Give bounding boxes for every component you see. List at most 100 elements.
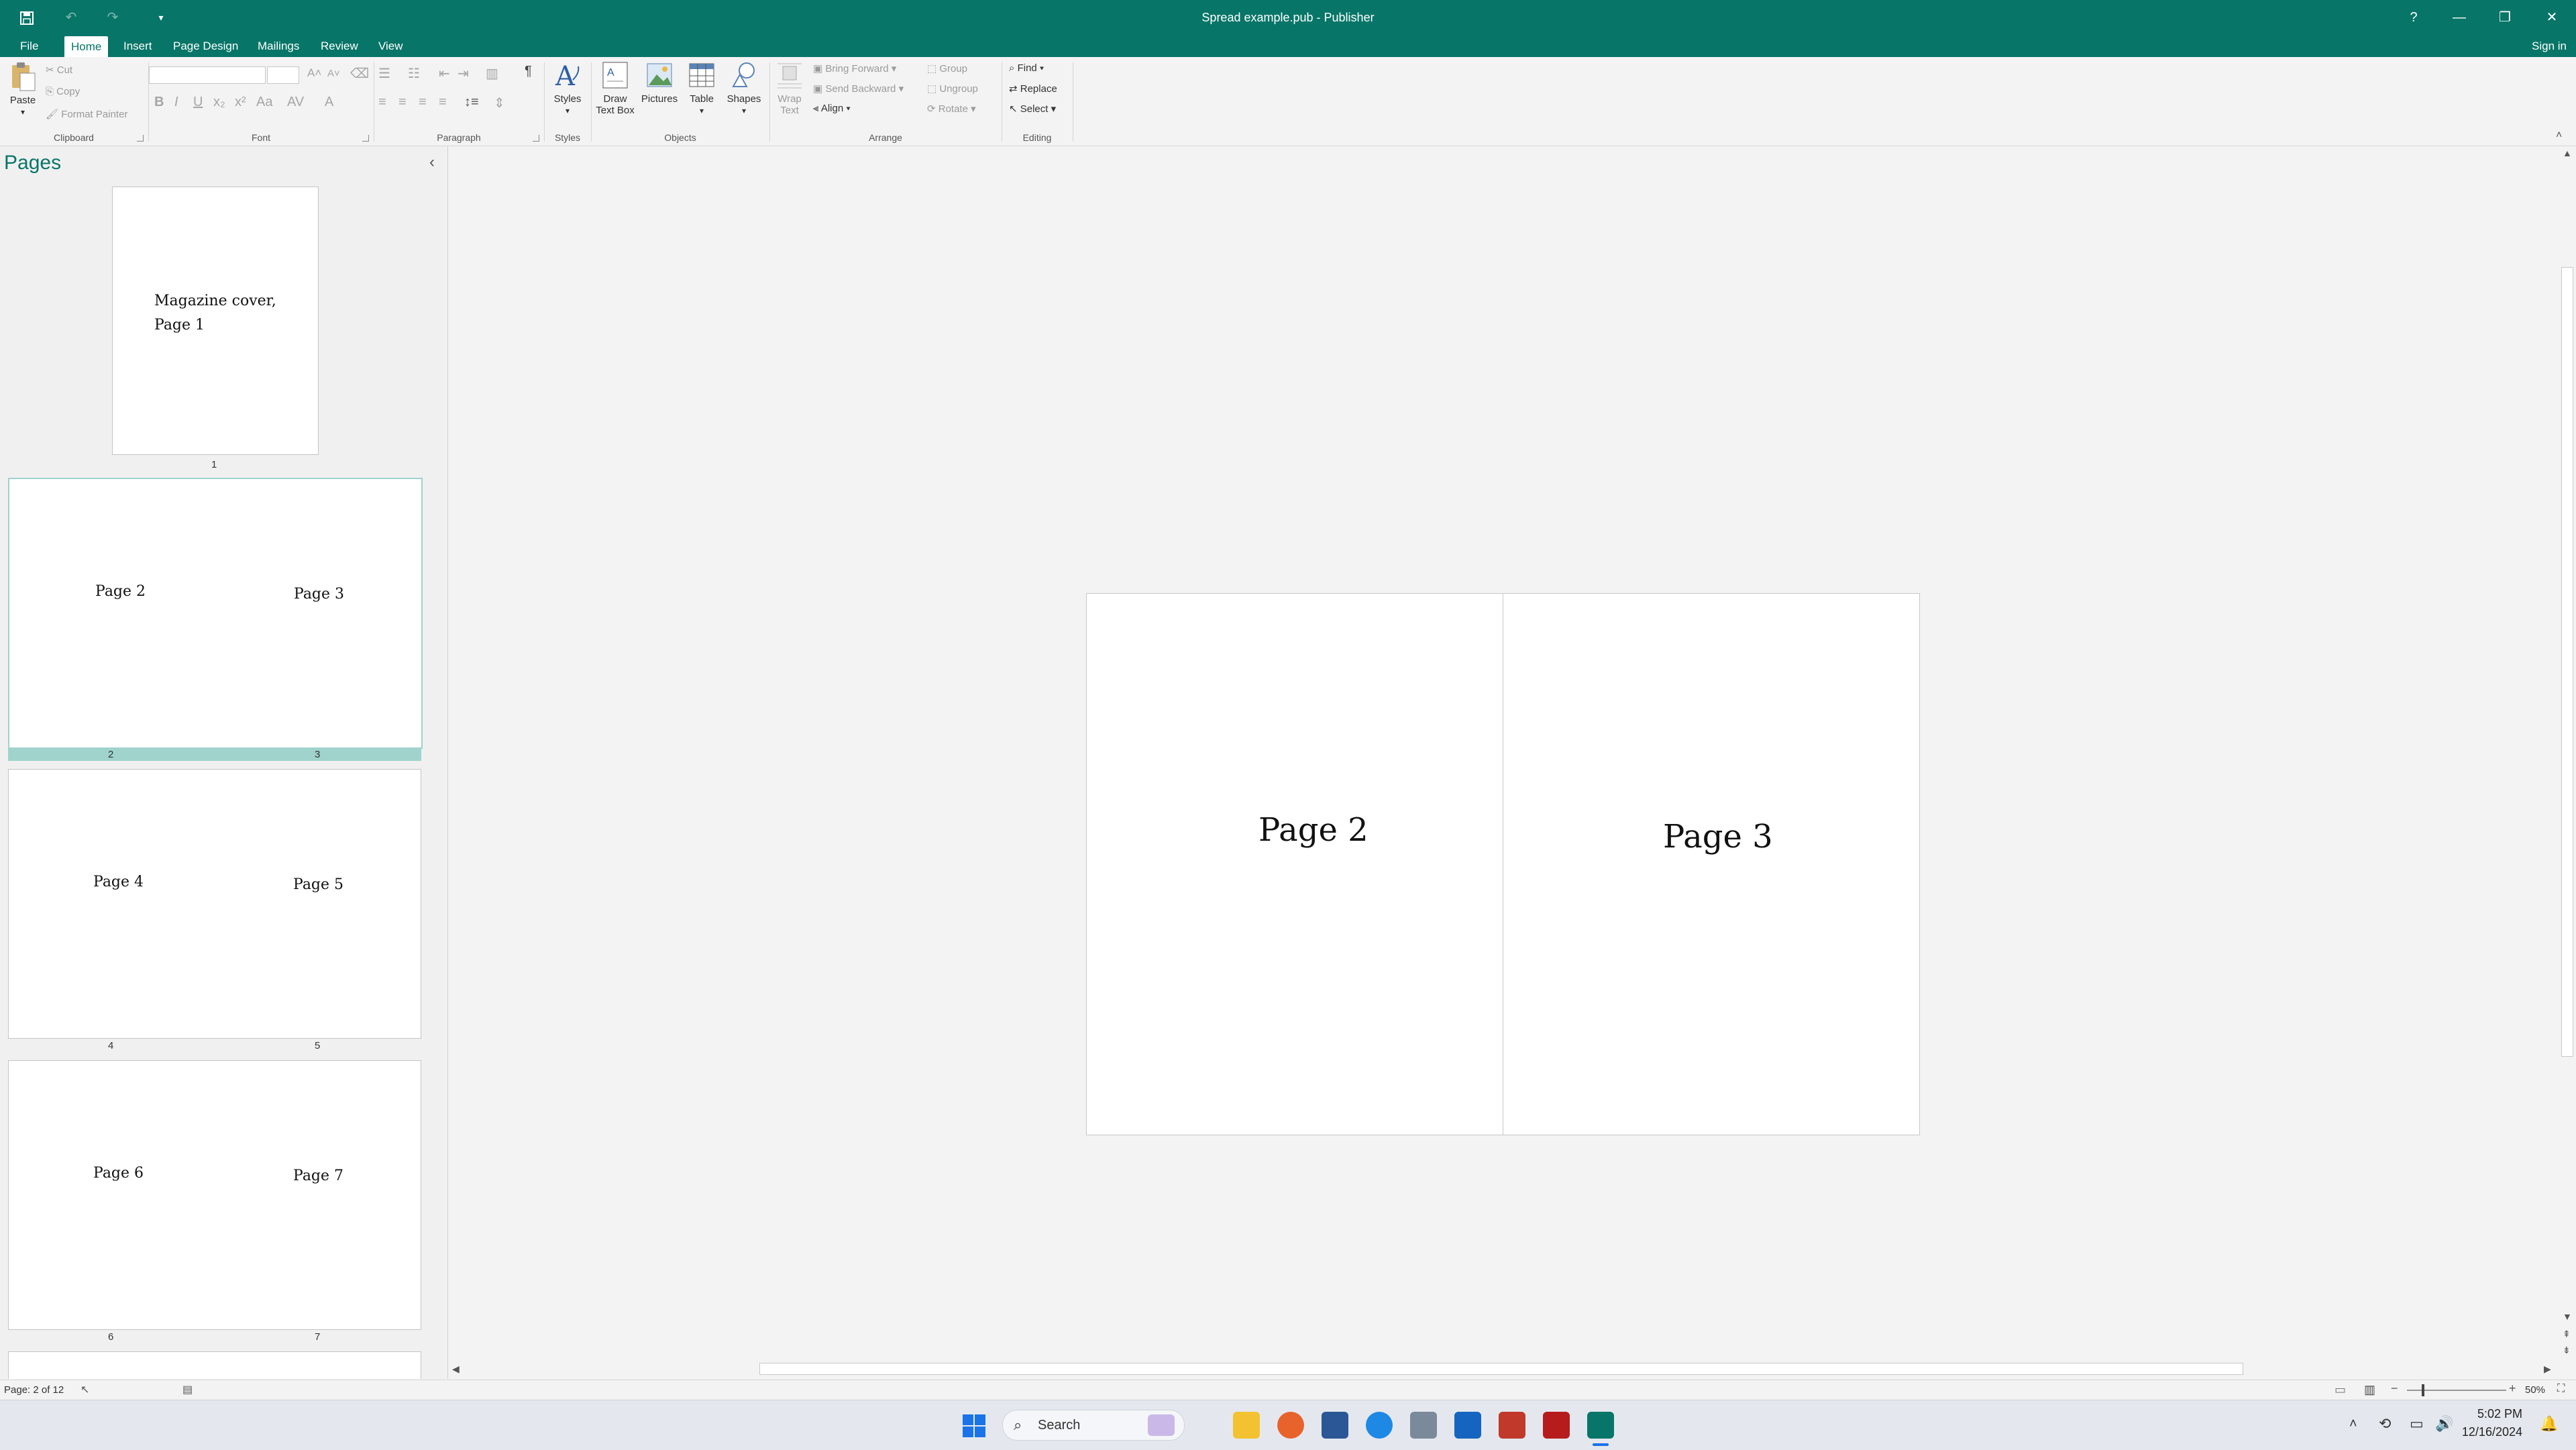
find-button[interactable]: ⌕ Find ▾ [1009,62,1044,74]
spread-thumbnail-4-5[interactable]: Page 4 Page 5 [8,769,421,1039]
subscript-icon[interactable]: x₂ [213,95,225,110]
font-size-box[interactable] [267,66,299,84]
zoom-out-icon[interactable]: − [2391,1382,2398,1396]
close-icon[interactable]: ✕ [2540,0,2564,35]
firefox-icon[interactable] [1277,1412,1304,1439]
spread-thumbnail-next[interactable] [8,1351,421,1379]
ungroup-button[interactable]: ⬚ Ungroup [927,83,978,95]
clear-format-icon[interactable]: ⌫ [350,65,369,82]
paint-app-icon[interactable] [1499,1412,1525,1439]
select-button[interactable]: ↖ Select ▾ [1009,103,1056,115]
font-name-box[interactable] [149,66,266,84]
increase-indent-icon[interactable]: ⇥ [458,65,469,82]
scroll-down-icon[interactable]: ▼ [2563,1311,2572,1322]
file-explorer-icon[interactable] [1233,1412,1260,1439]
sign-in-link[interactable]: Sign in [2532,35,2567,57]
tab-insert[interactable]: Insert [117,35,159,57]
replace-button[interactable]: ⇄ Replace [1009,83,1057,95]
underline-icon[interactable]: U [193,95,203,110]
align-center-icon[interactable]: ≡ [398,95,407,110]
collapse-ribbon-icon[interactable]: ˄ [2556,130,2562,142]
vertical-scroll-thumb[interactable] [2561,267,2573,1057]
writer-icon[interactable] [1454,1412,1481,1439]
paste-button[interactable]: Paste ▾ [4,61,42,117]
page-3-canvas[interactable]: Page 3 [1503,593,1920,1135]
columns-icon[interactable]: ▥ [486,65,498,82]
zoom-slider-handle[interactable] [2422,1384,2424,1396]
page-2-text[interactable]: Page 2 [1258,811,1368,849]
tab-page-design[interactable]: Page Design [166,35,245,57]
cut-button[interactable]: ✂ Cut [46,64,72,76]
change-case-icon[interactable]: Aa [256,95,272,110]
start-icon[interactable] [962,1414,986,1438]
page-3-text[interactable]: Page 3 [1663,818,1773,856]
shapes-button[interactable]: Shapes ▾ [722,60,766,116]
zoom-level[interactable]: 50% [2525,1384,2545,1396]
fit-page-icon[interactable]: ⛶ [2557,1383,2565,1395]
justify-icon[interactable]: ≡ [439,95,447,110]
scanner-icon[interactable] [1410,1412,1437,1439]
line-spacing-icon[interactable]: ↕≡ [464,95,479,110]
clock-time[interactable]: 5:02 PM [2477,1407,2522,1421]
page-thumbnail-1[interactable]: Magazine cover, Page 1 [112,187,319,455]
scroll-up-icon[interactable]: ▲ [2563,148,2572,158]
numbering-icon[interactable]: ☷ [408,65,420,82]
paragraph-spacing-icon[interactable]: ⇕ [494,95,505,111]
taskbar-search[interactable]: ⌕ Search [1002,1410,1185,1441]
clock-date[interactable]: 12/16/2024 [2462,1425,2522,1439]
single-page-view-icon[interactable]: ▭ [2334,1383,2346,1397]
align-right-icon[interactable]: ≡ [419,95,427,110]
tab-mailings[interactable]: Mailings [251,35,306,57]
network-icon[interactable]: ▭ [2410,1415,2424,1433]
acrobat-icon[interactable] [1543,1412,1570,1439]
group-button[interactable]: ⬚ Group [927,62,967,74]
horizontal-scroll-thumb[interactable] [759,1363,2243,1375]
page-workspace[interactable]: Page 2 Page 3 [448,146,2556,1362]
show-hidden-icons-icon[interactable]: ˄ [2349,1416,2357,1432]
clipboard-launcher-icon[interactable] [137,135,144,142]
notifications-icon[interactable]: 🔔 [2540,1415,2558,1433]
spread-thumbnail-6-7[interactable]: Page 6 Page 7 [8,1060,421,1330]
table-button[interactable]: Table ▾ [683,60,720,116]
next-page-icon[interactable]: ⇟ [2563,1345,2571,1356]
shrink-font-icon[interactable]: A˅ [327,68,340,79]
volume-icon[interactable]: 🔊 [2435,1415,2453,1433]
align-left-icon[interactable]: ≡ [378,95,386,110]
italic-icon[interactable]: I [174,95,178,110]
scroll-left-icon[interactable]: ◀ [452,1363,460,1375]
publisher-icon[interactable] [1587,1412,1614,1439]
edge-icon[interactable] [1366,1412,1393,1439]
help-icon[interactable]: ? [2402,0,2426,35]
spread-thumbnail-2-3[interactable]: Page 2 Page 3 [8,478,423,749]
minimize-icon[interactable]: — [2447,0,2471,35]
rotate-button[interactable]: ⟳ Rotate ▾ [927,103,976,115]
send-backward-button[interactable]: ▣ Send Backward ▾ [813,83,904,95]
bold-icon[interactable]: B [154,95,164,110]
page-info[interactable]: Page: 2 of 12 [4,1384,64,1396]
copy-button[interactable]: ⎘ Copy [46,86,80,97]
tab-review[interactable]: Review [314,35,365,57]
draw-text-box-button[interactable]: A Draw Text Box [594,60,636,116]
format-painter-button[interactable]: 🖌 Format Painter [46,108,127,120]
wrap-text-button[interactable]: Wrap Text [773,60,806,116]
align-button[interactable]: ⫷ Align ▾ [813,103,851,114]
two-page-view-icon[interactable]: ▥ [2364,1383,2375,1397]
paragraph-launcher-icon[interactable] [533,135,539,142]
collapse-pane-icon[interactable]: ‹ [429,153,435,172]
superscript-icon[interactable]: x² [235,95,246,110]
restore-icon[interactable]: ❐ [2493,0,2517,35]
scroll-right-icon[interactable]: ▶ [2544,1363,2551,1375]
decrease-indent-icon[interactable]: ⇤ [439,65,450,82]
grow-font-icon[interactable]: A˄ [307,66,321,80]
zoom-in-icon[interactable]: + [2509,1382,2516,1396]
horizontal-scrollbar[interactable]: ◀ ▶ [448,1359,2557,1378]
font-color-icon[interactable]: A [325,95,333,110]
word-icon[interactable] [1322,1412,1348,1439]
font-launcher-icon[interactable] [362,135,369,142]
tab-view[interactable]: View [372,35,410,57]
show-formatting-icon[interactable]: ¶ [525,64,532,79]
vertical-scrollbar[interactable]: ▲ ▼ ⇞ ⇟ [2557,146,2576,1362]
pictures-button[interactable]: Pictures [637,60,682,105]
page-2-canvas[interactable]: Page 2 [1086,593,1503,1135]
bullets-icon[interactable]: ☰ [378,65,390,82]
